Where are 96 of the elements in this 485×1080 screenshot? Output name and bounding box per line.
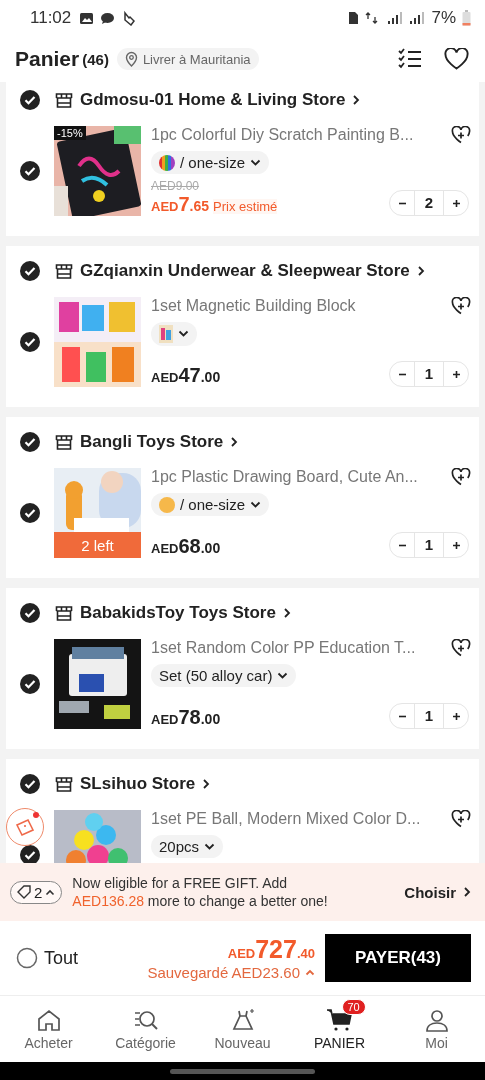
product-title[interactable]: 1set PE Ball, Modern Mixed Color D... [151,810,421,828]
location-pin-icon [124,51,138,67]
checkbox[interactable] [19,260,41,282]
gift-message: Now eligible for a FREE GIFT. Add AED136.28 more to change a better one! [72,874,329,910]
store-link[interactable]: GZqianxin Underwear & Sleepwear Store [55,261,425,281]
heart-plus-icon[interactable] [451,468,471,486]
price-note: Prix estimé [213,199,278,214]
nav-tab[interactable]: Acheter [0,996,97,1062]
cart-count: (46) [82,50,109,68]
page-title: Panier [15,47,80,71]
shop-icon [55,92,73,108]
shop-icon [55,776,73,792]
chevron-right-icon [416,265,425,277]
store-link[interactable]: Bangli Toys Store [55,432,239,452]
battery-level: 7% [431,8,456,28]
checkbox[interactable] [19,844,41,863]
tag-icon [17,885,31,899]
checkbox[interactable] [19,160,41,182]
chevron-down-icon [178,330,189,338]
coupon-toggle[interactable]: 2 [10,880,63,904]
chevron-down-icon [250,158,262,167]
variant-selector[interactable] [151,322,197,346]
location-chip[interactable]: Livrer à Mauritania [116,48,259,70]
store-link[interactable]: BabakidsToy Toys Store [55,603,291,623]
item-price: AED7.65 [151,193,210,216]
ticket-icon [14,816,36,838]
shop-icon [55,605,73,621]
item-price: AED78.00 [151,706,221,729]
sim-icon [348,11,360,25]
variant-selector[interactable]: / one-size [151,151,270,174]
chevron-down-icon [204,842,216,851]
checkbox[interactable] [19,331,41,353]
original-price: AED9.00 [151,179,201,193]
rainbow-swatch-icon [159,154,175,171]
total-price: AED727.40 [227,935,315,964]
checkout-button[interactable]: PAYER(43) [325,934,471,982]
variant-selector[interactable]: / one-size [151,493,270,516]
store-link[interactable]: Gdmosu-01 Home & Living Store [55,90,361,110]
chevron-right-icon [463,886,471,898]
plus-icon [451,198,461,208]
chevron-up-icon [45,888,56,896]
chat-icon [100,11,116,25]
checkbox[interactable] [19,673,41,695]
plus-icon [451,711,461,721]
variant-selector[interactable]: Set (50 alloy car) [151,664,297,687]
variant-selector[interactable]: 20pcs [151,835,224,858]
chevron-right-icon [352,94,361,106]
quantity-value[interactable]: 1 [414,704,444,728]
nav-tab[interactable]: 70 PANIER [291,996,388,1062]
select-all-toggle[interactable]: Tout [16,947,79,969]
radio-button[interactable] [16,947,38,969]
plus-icon [451,369,461,379]
store-link[interactable]: SLsihuo Store [55,774,211,794]
signal-icon [409,11,426,25]
checkbox[interactable] [19,502,41,524]
shop-icon [55,434,73,450]
shop-icon [55,263,73,279]
checkbox[interactable] [19,602,41,624]
heart-icon[interactable] [444,48,469,70]
product-title[interactable]: 1set Random Color PP Education T... [151,639,416,657]
heart-plus-icon[interactable] [451,297,471,315]
signal-icon [387,11,404,25]
discount-badge: -15% [54,126,86,140]
heart-plus-icon[interactable] [451,639,471,657]
checkbox[interactable] [19,89,41,111]
choose-link[interactable]: Choisir [404,883,471,901]
count-badge: 70 [341,999,366,1015]
heart-plus-icon[interactable] [451,810,471,828]
stock-banner: 2 left [54,532,141,558]
product-title[interactable]: 1pc Colorful Diy Scratch Painting B... [151,126,414,144]
nav-tab[interactable]: Moi [388,996,485,1062]
quantity-value[interactable]: 1 [414,362,444,386]
quantity-value[interactable]: 2 [414,191,444,215]
nav-tab[interactable]: Catégorie [97,996,194,1062]
product-title[interactable]: 1pc Plastic Drawing Board, Cute An... [151,468,418,486]
chevron-down-icon [250,500,262,509]
chevron-right-icon [202,778,211,790]
clock-time: 11:02 [30,8,72,28]
nav-tab[interactable]: Nouveau [194,996,291,1062]
item-price: AED47.00 [151,364,221,387]
checklist-icon[interactable] [398,48,422,70]
checkbox[interactable] [19,431,41,453]
battery-icon [462,10,471,26]
chevron-right-icon [282,607,291,619]
chevron-up-icon [305,969,315,976]
notification-dot [33,812,39,818]
home-handle[interactable] [170,1068,315,1074]
plus-icon [451,540,461,550]
gallery-icon [79,11,95,25]
product-title[interactable]: 1set Magnetic Building Block [151,297,356,315]
chevron-down-icon [277,671,289,680]
checkbox[interactable] [19,773,41,795]
item-price: AED68.00 [151,535,221,558]
heart-plus-icon[interactable] [451,126,471,144]
chevron-right-icon [230,436,239,448]
quantity-value[interactable]: 1 [414,533,444,557]
